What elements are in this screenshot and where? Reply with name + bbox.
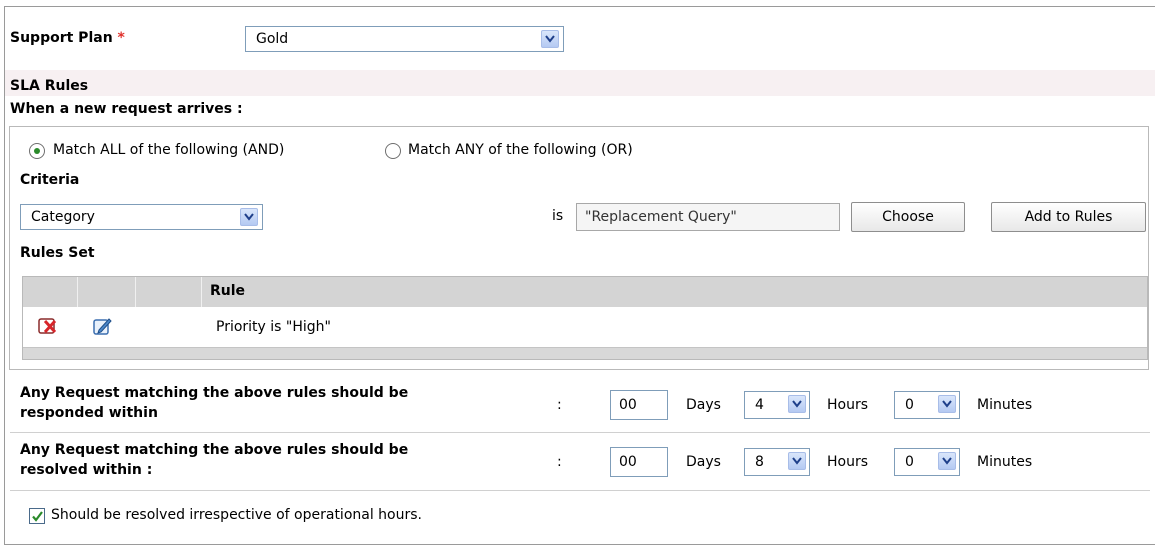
response-hours-value: 4 [755,397,764,413]
rules-set-title: Rules Set [20,245,95,261]
required-mark: * [117,30,125,46]
edit-icon[interactable] [93,316,113,340]
response-colon: : [557,397,562,413]
add-to-rules-button[interactable]: Add to Rules [991,202,1146,232]
response-minutes-label: Minutes [977,397,1033,413]
operational-hours-checkbox[interactable] [29,508,45,524]
choose-button[interactable]: Choose [851,202,965,232]
chevron-down-icon[interactable] [541,30,559,48]
support-plan-value: Gold [256,31,289,47]
delete-icon[interactable] [38,316,58,340]
chevron-down-icon[interactable] [788,452,806,470]
response-label-line1: Any Request matching the above rules sho… [20,385,409,401]
response-time-label: Any Request matching the above rules sho… [20,383,408,423]
support-plan-label: Support Plan * [10,30,125,46]
support-plan-select[interactable]: Gold [245,26,564,52]
rules-table-header: Rule [23,277,1147,307]
resolve-days-label: Days [686,454,721,470]
chevron-down-icon[interactable] [788,395,806,413]
radio-selected-dot [34,148,40,154]
is-label: is [552,208,564,224]
resolve-minutes-label: Minutes [977,454,1033,470]
response-hours-select[interactable]: 4 [744,391,810,419]
resolve-minutes-value: 0 [905,454,914,470]
chevron-down-icon[interactable] [240,208,258,226]
resolve-colon: : [557,454,562,470]
when-request-arrives-label: When a new request arrives : [10,101,243,117]
support-plan-label-text: Support Plan [10,30,113,46]
resolve-hours-select[interactable]: 8 [744,448,810,476]
match-any-label[interactable]: Match ANY of the following (OR) [408,142,633,158]
divider [10,432,1150,433]
resolve-minutes-select[interactable]: 0 [894,448,960,476]
criteria-title: Criteria [20,172,80,188]
chevron-down-icon[interactable] [938,452,956,470]
operational-hours-label[interactable]: Should be resolved irrespective of opera… [51,507,422,523]
response-minutes-select[interactable]: 0 [894,391,960,419]
rule-column-header: Rule [210,283,246,299]
resolve-label-line1: Any Request matching the above rules sho… [20,442,409,458]
rules-table: Rule Priority is "High" [22,276,1148,360]
table-row: Priority is "High" [23,307,1147,347]
resolve-hours-value: 8 [755,454,764,470]
response-days-input[interactable]: 00 [610,390,668,420]
sla-rules-title: SLA Rules [10,78,89,94]
column-divider [201,277,202,307]
resolve-hours-label: Hours [827,454,869,470]
criteria-field-value: Category [31,209,95,225]
response-minutes-value: 0 [905,397,914,413]
match-all-label[interactable]: Match ALL of the following (AND) [53,142,284,158]
match-all-radio[interactable] [29,143,45,159]
match-any-radio[interactable] [385,143,401,159]
resolve-label-line2: resolved within : [20,462,153,478]
response-label-line2: responded within [20,405,158,421]
resolve-time-label: Any Request matching the above rules sho… [20,440,408,480]
criteria-field-select[interactable]: Category [20,204,263,230]
response-days-label: Days [686,397,721,413]
response-hours-label: Hours [827,397,869,413]
criteria-value-field[interactable]: "Replacement Query" [576,203,840,231]
rule-text: Priority is "High" [216,319,331,335]
sla-rules-band [5,70,1155,96]
table-scrollbar[interactable] [23,347,1147,359]
divider [10,490,1150,491]
column-divider [135,277,136,307]
resolve-days-input[interactable]: 00 [610,447,668,477]
column-divider [77,277,78,307]
chevron-down-icon[interactable] [938,395,956,413]
